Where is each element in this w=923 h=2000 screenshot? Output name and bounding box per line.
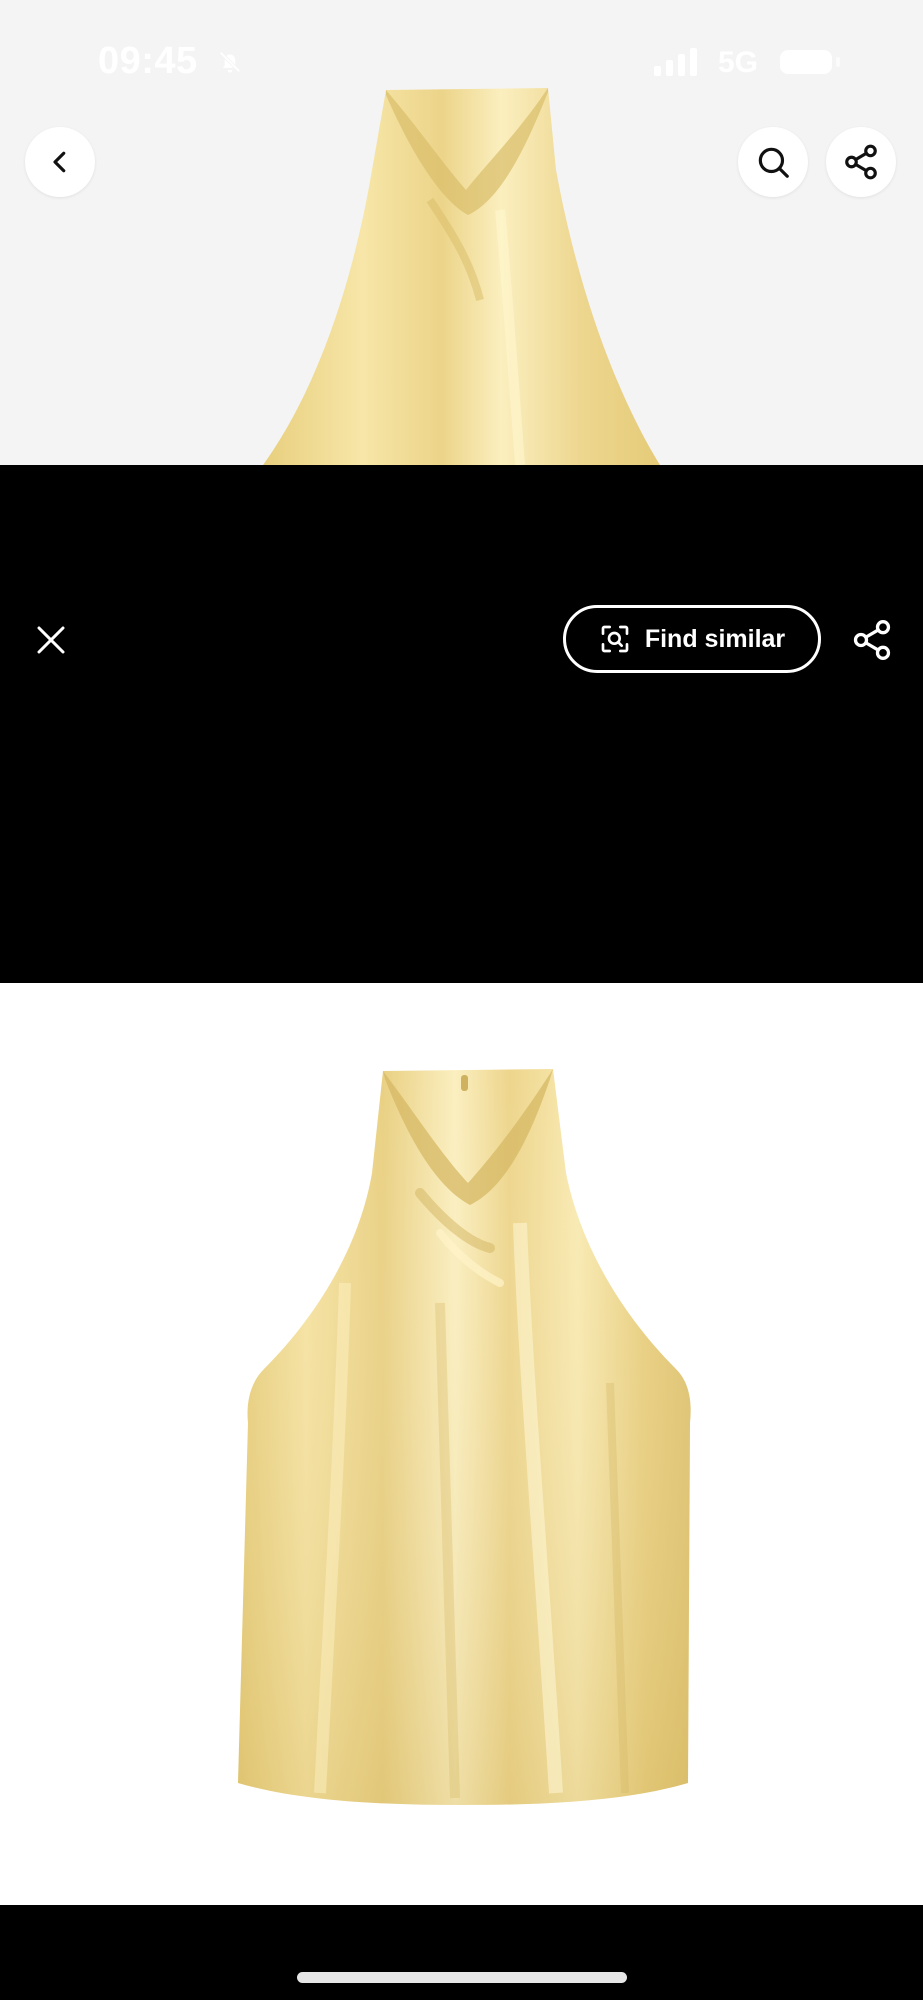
viewer-share-button[interactable] (846, 614, 898, 666)
search-button[interactable] (738, 127, 808, 197)
search-icon (758, 147, 789, 178)
product-image-viewer[interactable] (0, 983, 923, 1905)
battery-icon (780, 50, 840, 74)
share-icon (853, 620, 891, 660)
scan-search-icon (601, 625, 629, 653)
network-type: 5G (718, 46, 759, 79)
close-button[interactable] (28, 617, 74, 663)
product-page-background: 09:45 5G (0, 0, 923, 465)
halter-top-image (238, 1069, 691, 1805)
bottom-bar (0, 1905, 923, 2000)
status-bar: 09:45 5G (0, 0, 923, 120)
home-indicator[interactable] (297, 1972, 627, 1983)
bell-slash-icon (216, 48, 244, 81)
share-button[interactable] (826, 127, 896, 197)
share-icon (845, 144, 877, 180)
signal-icon (654, 48, 697, 76)
back-button[interactable] (25, 127, 95, 197)
find-similar-button[interactable]: Find similar (563, 605, 821, 673)
close-icon (37, 626, 65, 654)
find-similar-label: Find similar (644, 624, 786, 653)
chevron-left-icon (53, 151, 66, 173)
status-time: 09:45 (98, 40, 198, 82)
image-viewer-overlay (0, 465, 923, 983)
